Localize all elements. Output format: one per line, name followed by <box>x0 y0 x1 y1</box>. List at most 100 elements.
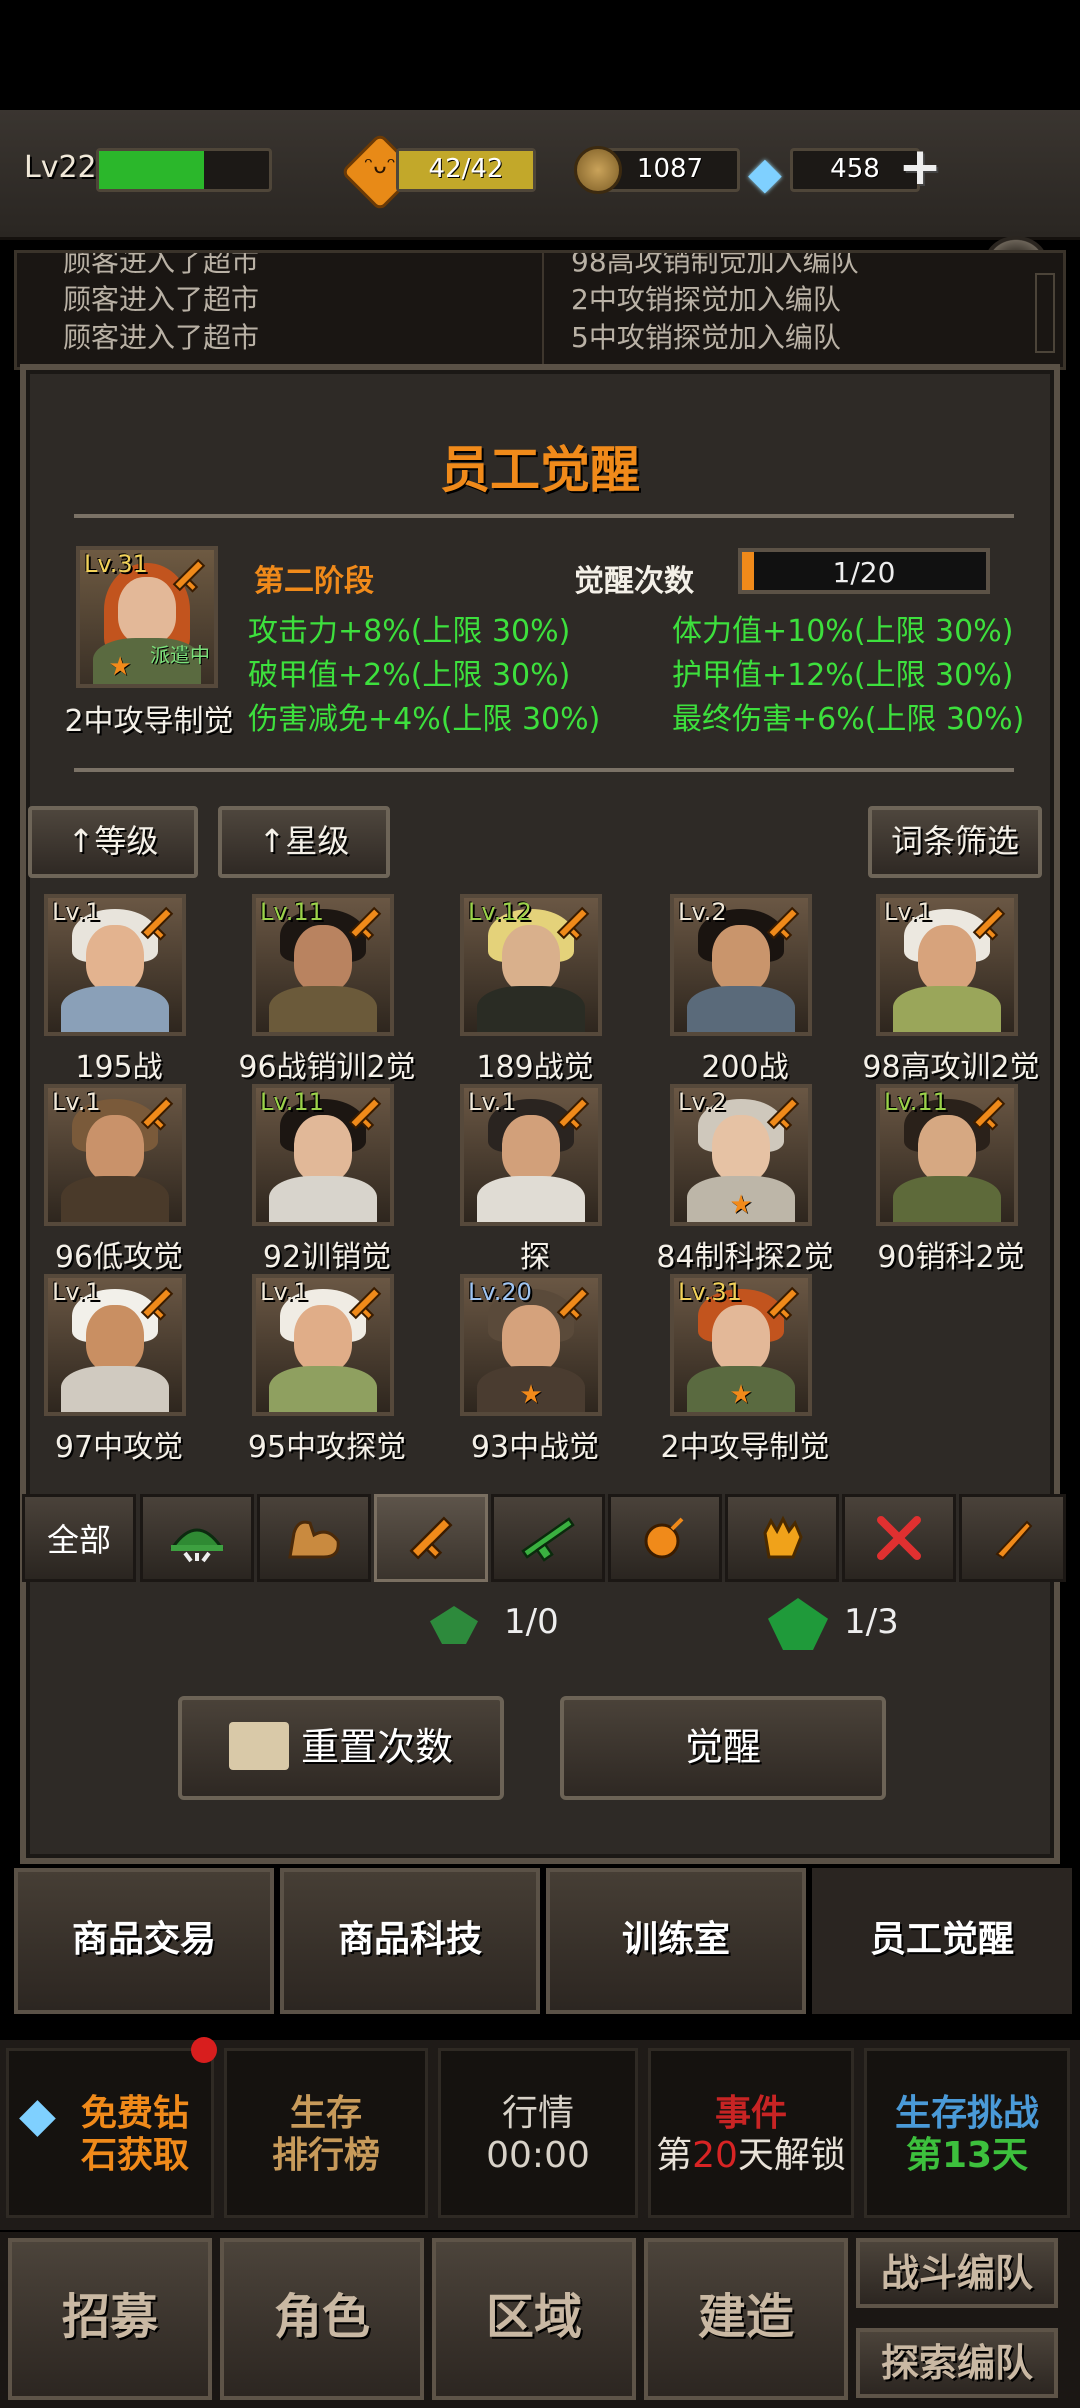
employee-level: Lv.2 <box>678 1088 727 1116</box>
employee-card[interactable]: Lv.11 <box>252 894 394 1036</box>
role-button[interactable]: 角色 <box>220 2238 424 2400</box>
tab-glove[interactable] <box>725 1494 839 1582</box>
notification-dot <box>191 2037 217 2063</box>
gun-icon <box>172 558 206 593</box>
event-unlock: 第20天解锁 <box>656 2135 846 2176</box>
gun-icon <box>972 1096 1006 1131</box>
awaken-count-bar: 1/20 <box>738 548 990 594</box>
employee-card[interactable]: Lv.20 ★ <box>460 1274 602 1416</box>
employee-level: Lv.2 <box>678 898 727 926</box>
gun-icon <box>556 1096 590 1131</box>
awaken-button[interactable]: 觉醒 <box>560 1696 886 1800</box>
employee-level: Lv.1 <box>884 898 933 926</box>
log-left-column: 顾客进入了超市 顾客进入了超市 顾客进入了超市 <box>63 253 260 357</box>
region-button[interactable]: 区域 <box>432 2238 636 2400</box>
battle-team-button[interactable]: 战斗编队 <box>856 2238 1058 2308</box>
add-diamond-button[interactable]: + <box>892 140 948 196</box>
sort-level-button[interactable]: ↑等级 <box>28 806 198 878</box>
market-button[interactable]: 行情 00:00 <box>438 2048 638 2218</box>
employee-card[interactable]: Lv.1 <box>252 1274 394 1416</box>
tab-bomb[interactable] <box>608 1494 722 1582</box>
employee-card[interactable]: Lv.2 ★ <box>670 1084 812 1226</box>
log-line: 5中攻销探觉加入编队 <box>571 321 841 354</box>
tab-goods-trade[interactable]: 商品交易 <box>14 1868 274 2014</box>
awaken-count: 1/20 <box>832 556 896 589</box>
log-line: 顾客进入了超市 <box>63 321 260 354</box>
employee-level: Lv.1 <box>52 1278 101 1306</box>
stat-damage-reduction: 伤害减免+4%(上限 30%) <box>248 702 601 737</box>
gun-icon <box>766 1286 800 1321</box>
log-line: 顾客进入了超市 <box>63 283 260 316</box>
selected-employee-portrait: Lv.31 派遣中 ★ <box>76 546 218 688</box>
dialog-title: 员工觉醒 <box>440 441 640 499</box>
tab-all[interactable]: 全部 <box>22 1494 136 1582</box>
employee-card[interactable]: Lv.1 <box>44 1084 186 1226</box>
sort-star-button[interactable]: ↑星级 <box>218 806 390 878</box>
employee-level: Lv.20 <box>468 1278 532 1306</box>
gun-icon <box>556 906 590 941</box>
body <box>477 986 585 1032</box>
star-icon: ★ <box>729 1190 753 1220</box>
employee-level: Lv.1 <box>468 1088 517 1116</box>
coin-value: 1087 <box>636 154 704 184</box>
employee-name: 195战 <box>75 1050 163 1085</box>
gem-large-count: 1/3 <box>844 1602 899 1642</box>
employee-name: 93中战觉 <box>470 1430 600 1465</box>
body <box>61 1176 169 1222</box>
selected-employee-name: 2中攻导制觉 <box>64 704 234 739</box>
employee-name: 189战觉 <box>476 1050 594 1085</box>
feature-row: ◆ 免费钻 石获取 生存 排行榜 行情 00:00 事件 第20天解锁 生存挑战… <box>0 2037 1080 2230</box>
tab-helmet[interactable] <box>140 1494 254 1582</box>
employee-level: Lv.11 <box>260 898 324 926</box>
employee-name: 92训销觉 <box>262 1240 392 1275</box>
body <box>61 986 169 1032</box>
tab-rifle[interactable] <box>491 1494 605 1582</box>
coin-icon <box>574 146 622 194</box>
tab-knife[interactable] <box>959 1494 1066 1582</box>
employee-card[interactable]: Lv.2 <box>670 894 812 1036</box>
body <box>269 1366 377 1412</box>
employee-card[interactable]: Lv.1 <box>460 1084 602 1226</box>
tab-gun[interactable] <box>374 1494 488 1582</box>
employee-card[interactable]: Lv.11 <box>876 1084 1018 1226</box>
free-diamond-button[interactable]: ◆ 免费钻 石获取 <box>6 2037 217 2218</box>
employee-card[interactable]: Lv.1 <box>44 894 186 1036</box>
employee-name: 200战 <box>701 1050 789 1085</box>
stat-attack: 攻击力+8%(上限 30%) <box>248 614 571 649</box>
gun-icon <box>556 1286 590 1321</box>
tab-goods-tech[interactable]: 商品科技 <box>280 1868 540 2014</box>
event-button[interactable]: 事件 第20天解锁 <box>648 2048 854 2218</box>
log-scrollbar[interactable] <box>1035 273 1055 353</box>
stat-final-damage: 最终伤害+6%(上限 30%) <box>672 702 1025 737</box>
employee-card[interactable]: Lv.11 <box>252 1084 394 1226</box>
divider <box>74 514 1014 518</box>
employee-card[interactable]: Lv.1 <box>44 1274 186 1416</box>
diamond-icon: ◆ <box>748 148 782 199</box>
body <box>269 1176 377 1222</box>
gun-icon <box>409 1516 453 1560</box>
star-icon: ★ <box>108 652 132 682</box>
employee-level: Lv.31 <box>84 550 148 578</box>
tab-employee-awakening[interactable]: 员工觉醒 <box>812 1868 1072 2014</box>
gem-large-icon <box>768 1598 828 1650</box>
tab-training-room[interactable]: 训练室 <box>546 1868 806 2014</box>
employee-card[interactable]: Lv.1 <box>876 894 1018 1036</box>
crossed-swords-icon <box>877 1516 921 1560</box>
trait-filter-button[interactable]: 词条筛选 <box>868 806 1042 878</box>
stamina-value: 42/42 <box>428 154 504 184</box>
tab-strength[interactable] <box>257 1494 371 1582</box>
reset-count-button[interactable]: 重置次数 <box>178 1696 504 1800</box>
stamina-bar: 42/42 <box>396 148 536 192</box>
gun-icon <box>766 1096 800 1131</box>
awaken-count-label: 觉醒次数 <box>574 564 694 599</box>
recruit-button[interactable]: 招募 <box>8 2238 212 2400</box>
tab-melee[interactable] <box>842 1494 956 1582</box>
survival-challenge-button[interactable]: 生存挑战 第13天 <box>864 2048 1070 2218</box>
helmet-icon <box>170 1528 224 1563</box>
explore-team-button[interactable]: 探索编队 <box>856 2328 1058 2398</box>
employee-card[interactable]: Lv.31 ★ <box>670 1274 812 1416</box>
survival-ranking-button[interactable]: 生存 排行榜 <box>224 2048 428 2218</box>
build-button[interactable]: 建造 <box>644 2238 848 2400</box>
employee-card[interactable]: Lv.12 <box>460 894 602 1036</box>
stat-armor-break: 破甲值+2%(上限 30%) <box>248 658 571 693</box>
